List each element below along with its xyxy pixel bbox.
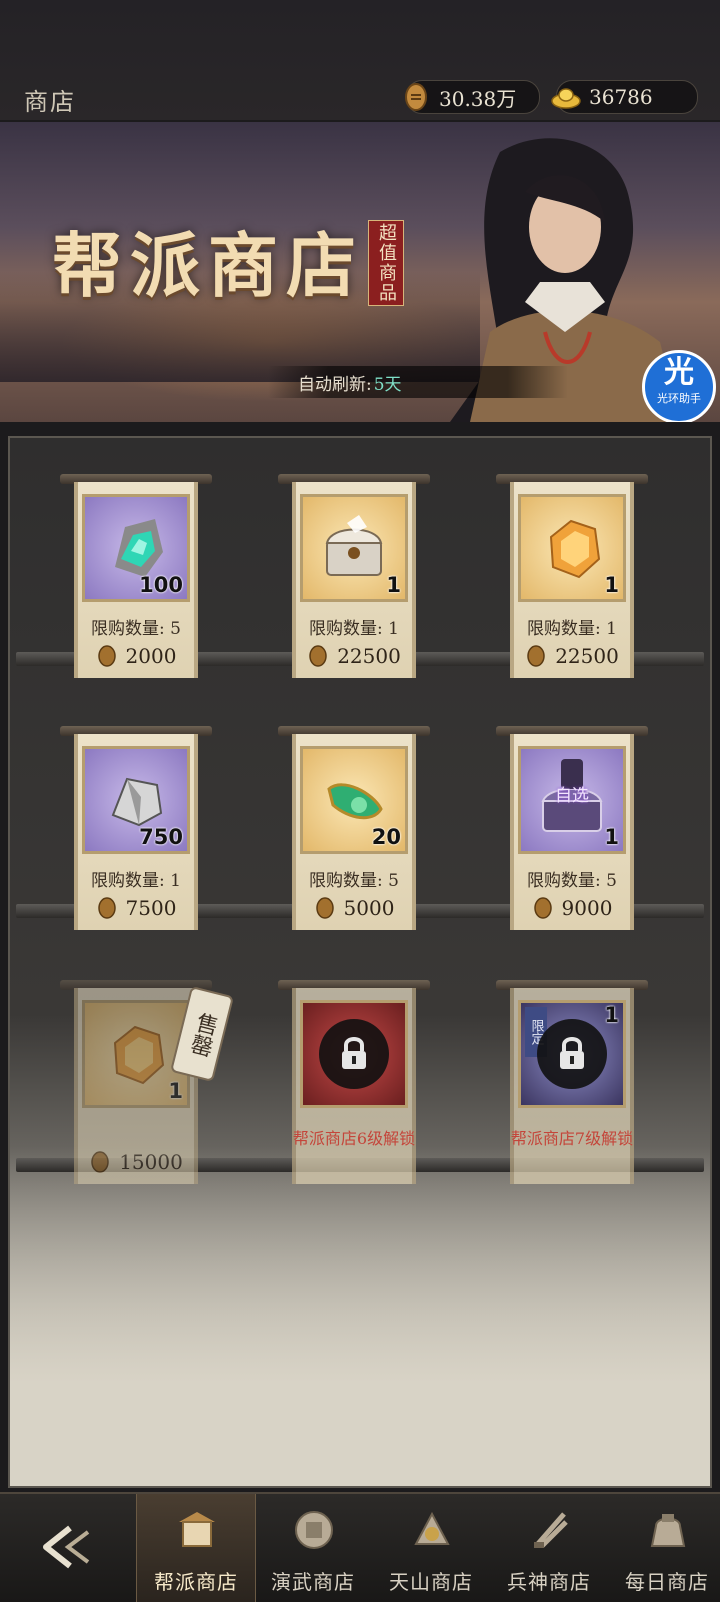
item-quantity: 20 <box>371 825 401 849</box>
price-value: 22500 <box>337 644 401 668</box>
guild-coin-icon <box>97 645 116 667</box>
price-value: 9000 <box>561 896 613 920</box>
price-value: 2000 <box>125 644 177 668</box>
item-quantity: 1 <box>604 573 619 597</box>
price-value: 7500 <box>125 896 177 920</box>
item-price: 5000 <box>304 896 404 920</box>
tab-label: 每日商店 <box>625 1570 709 1594</box>
halo-assistant-label: 光环助手 <box>657 392 701 405</box>
shop-item-locked-level-6[interactable]: 帮派商店6级解锁 <box>278 980 430 1190</box>
guild-coin-counter[interactable]: 30.38万 <box>405 80 540 114</box>
purchase-limit: 限购数量: 1 <box>527 619 617 639</box>
guild-coin-icon <box>97 897 116 919</box>
item-price: 15000 <box>86 1150 186 1174</box>
guild-shop-icon <box>179 1512 215 1547</box>
item-quantity: 1 <box>168 1079 183 1103</box>
shop-item-selectable-chest[interactable]: 自选 1 限购数量: 5 9000 <box>496 726 648 936</box>
guild-coin-icon <box>309 645 327 667</box>
value-goods-tag: 超值商品 <box>368 220 404 306</box>
bottom-nav: 帮派商店 演武商店 天山商店 兵神商店 每日商店 <box>0 1492 720 1602</box>
item-price: 22500 <box>304 644 404 668</box>
page-title: 商店 <box>24 88 76 116</box>
item-frame <box>300 1000 408 1108</box>
back-arrow-icon[interactable] <box>30 1522 100 1572</box>
tab-label: 演武商店 <box>271 1570 355 1594</box>
weapon-shop-icon <box>534 1512 568 1548</box>
lock-icon <box>560 1037 584 1069</box>
item-frame: 限定 1 <box>518 1000 626 1108</box>
tab-daily-shop[interactable]: 每日商店 <box>608 1494 720 1602</box>
purchase-limit: 限购数量: 1 <box>91 871 181 891</box>
guild-coin-icon <box>315 897 334 919</box>
tianshan-shop-icon <box>414 1511 450 1545</box>
daily-shop-icon <box>650 1514 686 1547</box>
guild-coin-icon <box>405 83 427 111</box>
unlock-requirement: 帮派商店6级解锁 <box>292 1129 416 1148</box>
guild-coin-icon <box>91 1151 109 1173</box>
shop-item-golden-token[interactable]: 1 限购数量: 1 22500 <box>496 474 648 684</box>
item-price: 9000 <box>522 896 622 920</box>
item-frame: 750 <box>82 746 190 854</box>
unlock-requirement: 帮派商店7级解锁 <box>510 1129 634 1148</box>
tab-weapon-shop[interactable]: 兵神商店 <box>490 1494 608 1602</box>
shop-item-jade-pendant[interactable]: 20 限购数量: 5 5000 <box>278 726 430 936</box>
item-frame: 自选 1 <box>518 746 626 854</box>
item-quantity: 1 <box>386 573 401 597</box>
price-value: 15000 <box>119 1150 183 1174</box>
purchase-limit: 限购数量: 1 <box>309 619 399 639</box>
shop-item-treasure-chest[interactable]: 1 限购数量: 1 22500 <box>278 474 430 684</box>
guild-coin-icon <box>527 645 545 667</box>
auto-refresh-info: 自动刷新: 5天 <box>268 366 568 398</box>
tab-label: 兵神商店 <box>507 1570 591 1594</box>
item-price: 2000 <box>86 644 186 668</box>
auto-refresh-value: 5天 <box>373 374 402 395</box>
halo-assistant-glyph: 光 <box>664 355 694 390</box>
item-frame: 20 <box>300 746 408 854</box>
purchase-limit: 限购数量: 5 <box>309 871 399 891</box>
purchase-limit: 限购数量: 5 <box>91 619 181 639</box>
price-value: 22500 <box>555 644 619 668</box>
chest-label: 自选 <box>555 786 589 806</box>
auto-refresh-label: 自动刷新: <box>298 374 372 395</box>
tab-guild-shop[interactable]: 帮派商店 <box>136 1494 256 1602</box>
guild-coin-icon <box>533 897 552 919</box>
gold-ingot-icon <box>551 88 581 109</box>
item-frame: 100 <box>82 494 190 602</box>
item-quantity: 750 <box>139 825 183 849</box>
item-frame: 1 <box>300 494 408 602</box>
item-frame: 1 <box>518 494 626 602</box>
item-price: 22500 <box>522 644 622 668</box>
halo-assistant-button[interactable]: 光 光环助手 <box>642 350 716 422</box>
shop-mist <box>10 1146 710 1486</box>
gold-ingot-counter[interactable]: 36786 <box>551 80 698 114</box>
tab-label: 天山商店 <box>389 1570 473 1594</box>
tab-tianshan-shop[interactable]: 天山商店 <box>372 1494 490 1602</box>
item-quantity: 100 <box>139 573 183 597</box>
item-price: 7500 <box>86 896 186 920</box>
gold-ingot-value: 36786 <box>589 85 653 109</box>
banner-title: 帮派商店 <box>52 224 364 307</box>
item-quantity: 1 <box>604 825 619 849</box>
purchase-limit: 限购数量: 5 <box>527 871 617 891</box>
shop-item-golden-token-sold-out[interactable]: 1 15000 <box>60 980 212 1190</box>
martial-shop-icon <box>295 1511 333 1549</box>
shop-item-silver-ore[interactable]: 750 限购数量: 1 7500 <box>60 726 212 936</box>
shop-item-locked-level-7[interactable]: 限定 1 帮派商店7级解锁 <box>496 980 648 1190</box>
shop-item-jade-ore[interactable]: 100 限购数量: 5 2000 <box>60 474 212 684</box>
price-value: 5000 <box>343 896 395 920</box>
tab-label: 帮派商店 <box>154 1570 238 1594</box>
guild-coin-value: 30.38万 <box>439 86 517 111</box>
lock-icon <box>342 1037 366 1069</box>
shop-banner: 帮派商店 超值商品 自动刷新: 5天 光 光环助手 <box>0 122 720 422</box>
tab-martial-shop[interactable]: 演武商店 <box>254 1494 372 1602</box>
item-quantity: 1 <box>604 1003 619 1027</box>
